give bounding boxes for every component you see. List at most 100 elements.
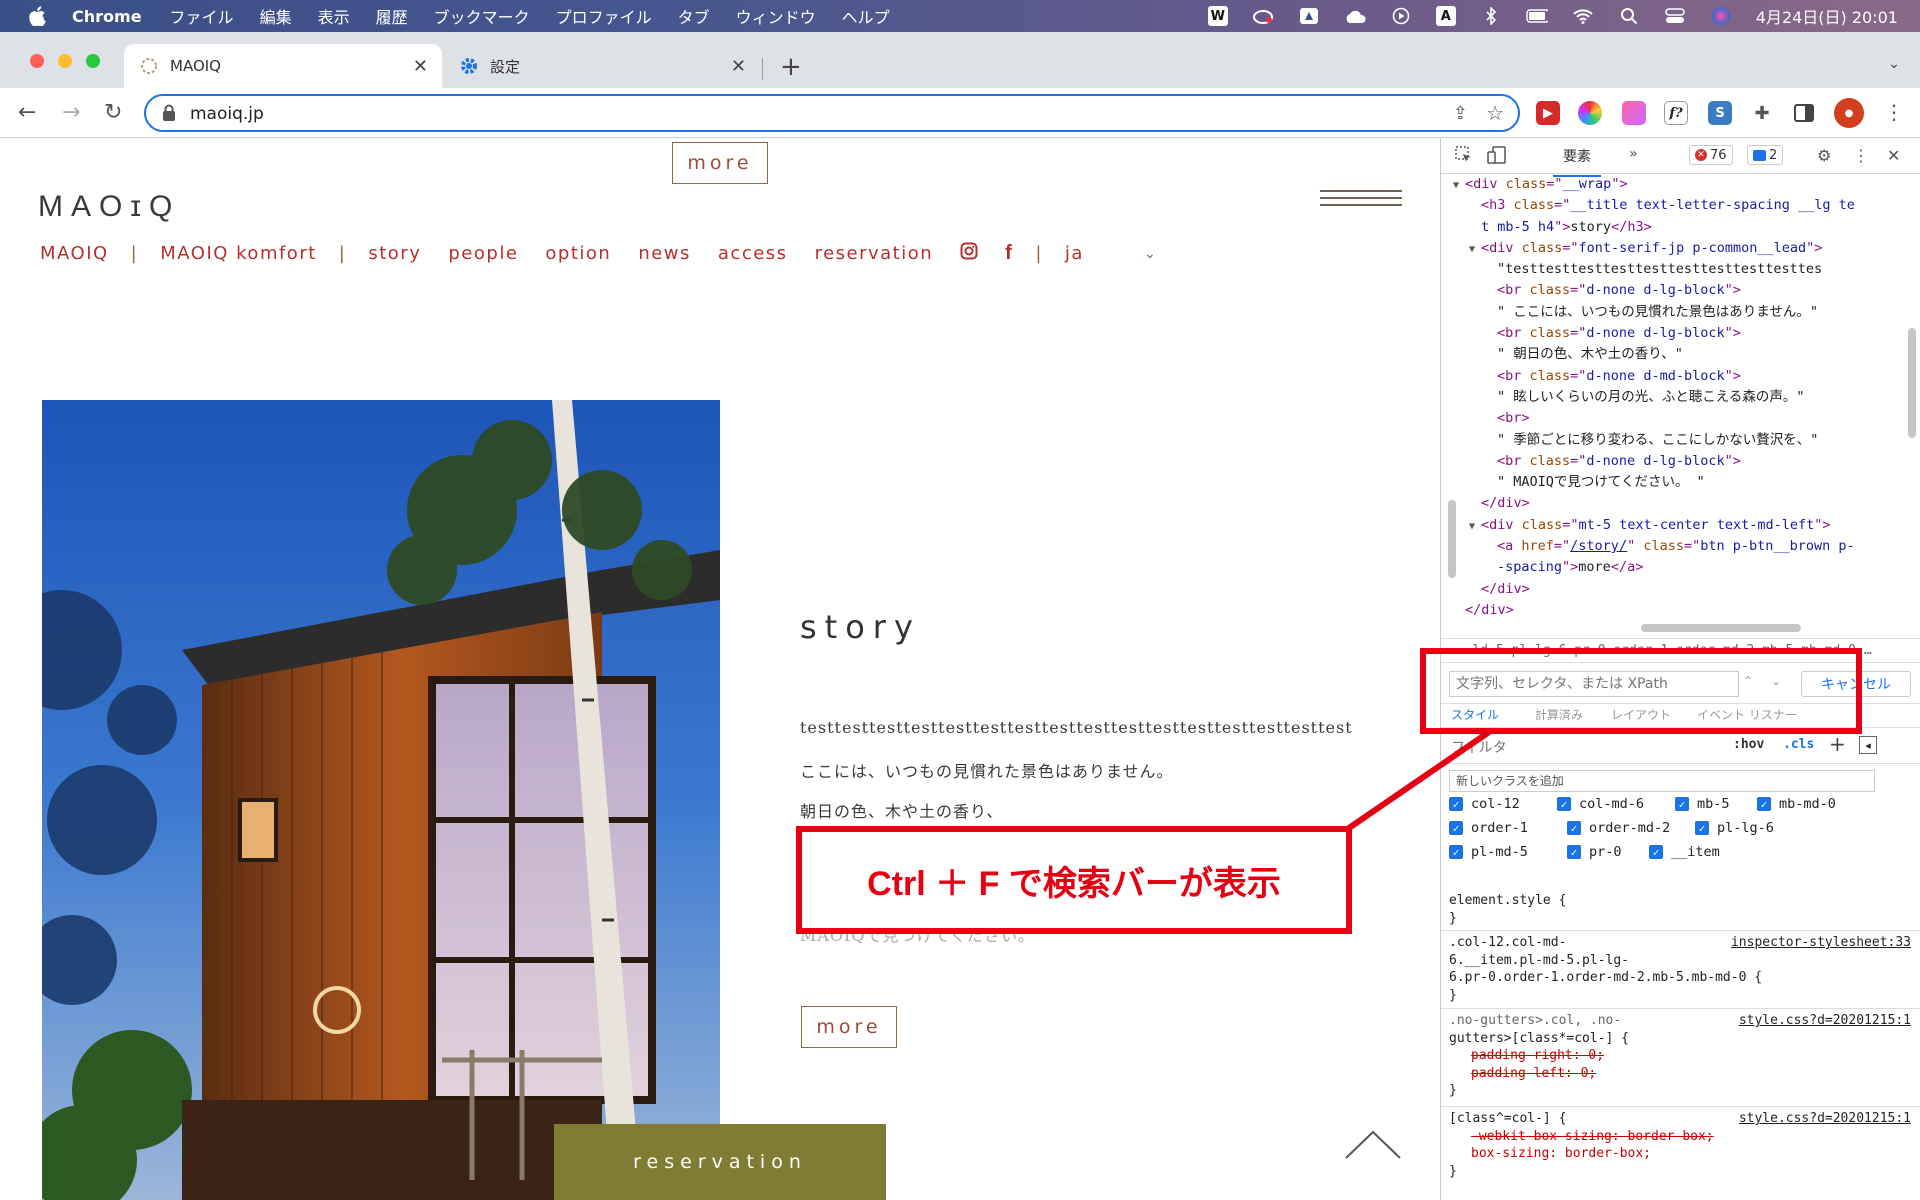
- dom-tree-node[interactable]: ▼ <div class="__wrap">: [1441, 174, 1911, 195]
- dom-tree-node[interactable]: " 眩しいくらいの月の光、ふと聴こえる森の声。": [1441, 387, 1911, 408]
- dom-tree-node[interactable]: " 朝日の色、木や土の香り、": [1441, 344, 1911, 365]
- checkbox-checked-icon[interactable]: ✓: [1567, 845, 1581, 859]
- css-rule-item[interactable]: inspector-stylesheet:33 .col-12.col-md- …: [1449, 934, 1911, 1004]
- menu-history[interactable]: 履歴: [376, 4, 408, 28]
- error-count-badge[interactable]: ✕ 76: [1689, 145, 1733, 165]
- menu-view[interactable]: 表示: [318, 4, 350, 28]
- dom-tree-node[interactable]: ▼ <div class="font-serif-jp p-common__lea…: [1441, 238, 1911, 259]
- address-bar[interactable]: maoiq.jp ⇪ ☆: [144, 94, 1520, 132]
- side-panel-icon[interactable]: [1792, 101, 1816, 125]
- css-property[interactable]: padding-left: 0;: [1449, 1065, 1911, 1083]
- nav-link-access[interactable]: access: [718, 243, 788, 264]
- tab-close-icon[interactable]: ✕: [731, 56, 746, 77]
- scroll-to-top-icon[interactable]: [1344, 1128, 1402, 1160]
- nav-link-maoiq-komfort[interactable]: MAOIQ komfort: [160, 243, 317, 264]
- url-text[interactable]: maoiq.jp: [190, 104, 264, 124]
- nav-link-maoiq[interactable]: MAOIQ: [40, 243, 109, 264]
- extension-font-icon[interactable]: f?: [1664, 101, 1688, 125]
- rule-source-link[interactable]: style.css?d=20201215:1: [1739, 1012, 1911, 1030]
- nav-link-option[interactable]: option: [545, 243, 611, 264]
- tab-elements[interactable]: 要素: [1553, 146, 1601, 177]
- close-devtools-icon[interactable]: ✕: [1887, 146, 1900, 165]
- dom-tree-node[interactable]: </div>: [1441, 579, 1911, 600]
- class-toggle-checkbox[interactable]: ✓ pr-0: [1567, 844, 1622, 860]
- puzzle-icon[interactable]: ✚: [1750, 101, 1774, 125]
- dom-tree-node[interactable]: <br>: [1441, 408, 1911, 429]
- css-rule-no-gutters[interactable]: style.css?d=20201215:1 .no-gutters>.col,…: [1449, 1012, 1911, 1100]
- add-style-rule-icon[interactable]: +: [1829, 732, 1846, 756]
- tab-close-icon[interactable]: ✕: [413, 56, 428, 77]
- drive-icon[interactable]: [1298, 6, 1320, 26]
- top-more-button[interactable]: more: [672, 142, 768, 184]
- dom-tree-node[interactable]: " ここには、いつもの見慣れた景色はありません。": [1441, 302, 1911, 323]
- bookmark-star-icon[interactable]: ☆: [1486, 101, 1504, 125]
- nav-link-story[interactable]: story: [368, 243, 421, 264]
- language-selector[interactable]: ja: [1065, 243, 1084, 264]
- battery-icon[interactable]: [1526, 6, 1548, 26]
- nav-link-news[interactable]: news: [638, 243, 691, 264]
- dom-tree-node[interactable]: t mb-5 h4">story</h3>: [1441, 217, 1911, 238]
- rule-source-link[interactable]: inspector-stylesheet:33: [1731, 934, 1911, 952]
- story-more-button[interactable]: more: [801, 1006, 897, 1048]
- siri-icon[interactable]: [1710, 6, 1732, 26]
- class-toggle-checkbox[interactable]: ✓ order-md-2: [1567, 820, 1670, 836]
- extension-youtube-icon[interactable]: ▶: [1536, 101, 1560, 125]
- dom-tree-node[interactable]: <br class="d-none d-lg-block">: [1441, 323, 1911, 344]
- css-property[interactable]: box-sizing: border-box;: [1449, 1145, 1911, 1163]
- window-minimize-button[interactable]: [58, 54, 72, 68]
- dom-tree-node[interactable]: "testtesttesttesttesttesttesttesttesttes: [1441, 259, 1911, 280]
- site-logo[interactable]: MAOɪQ: [38, 190, 180, 224]
- message-count-badge[interactable]: 2: [1747, 145, 1784, 165]
- profile-avatar[interactable]: ●: [1834, 98, 1864, 128]
- device-toolbar-icon[interactable]: [1487, 146, 1507, 168]
- checkbox-checked-icon[interactable]: ✓: [1557, 797, 1571, 811]
- tab-maoiq[interactable]: MAOIQ ✕: [124, 44, 442, 88]
- extension-s-icon[interactable]: S: [1708, 101, 1732, 125]
- more-tabs-chevron-icon[interactable]: »: [1629, 146, 1638, 162]
- checkbox-checked-icon[interactable]: ✓: [1649, 845, 1663, 859]
- chevron-down-icon[interactable]: ⌄: [1144, 246, 1157, 262]
- css-rule-col[interactable]: style.css?d=20201215:1 [class^=col-] { -…: [1449, 1110, 1911, 1180]
- class-toggle-checkbox[interactable]: ✓ pl-md-5: [1449, 844, 1528, 860]
- cls-toggle[interactable]: .cls: [1783, 737, 1814, 752]
- menubar-clock[interactable]: 4月24日(日) 20:01: [1756, 4, 1898, 28]
- hov-toggle[interactable]: :hov: [1733, 737, 1764, 752]
- dom-tree-node[interactable]: <h3 class="__title text-letter-spacing _…: [1441, 195, 1911, 216]
- expand-triangle-icon[interactable]: ▼: [1469, 239, 1481, 260]
- menu-file[interactable]: ファイル: [170, 4, 234, 28]
- dom-tree-node[interactable]: <br class="d-none d-lg-block">: [1441, 280, 1911, 301]
- tab-settings[interactable]: 設定 ✕: [444, 44, 760, 88]
- dom-tree-node[interactable]: " 季節ごとに移り変わる、ここにしかない贅沢を、": [1441, 430, 1911, 451]
- dom-tree-node[interactable]: </div>: [1441, 493, 1911, 514]
- menu-help[interactable]: ヘルプ: [842, 4, 890, 28]
- menu-bookmarks[interactable]: ブックマーク: [434, 4, 530, 28]
- window-zoom-button[interactable]: [86, 54, 100, 68]
- new-class-input[interactable]: 新しいクラスを追加: [1449, 770, 1875, 792]
- lock-icon[interactable]: [162, 104, 176, 122]
- css-property[interactable]: padding-right: 0;: [1449, 1047, 1911, 1065]
- checkbox-checked-icon[interactable]: ✓: [1757, 797, 1771, 811]
- inspect-element-icon[interactable]: [1455, 146, 1473, 168]
- play-icon[interactable]: [1390, 6, 1412, 26]
- dom-tree-node[interactable]: ▼ <div class="mt-5 text-center text-md-le…: [1441, 515, 1911, 536]
- share-icon[interactable]: ⇪: [1453, 103, 1468, 124]
- expand-triangle-icon[interactable]: ▼: [1453, 175, 1465, 196]
- horizontal-scrollbar[interactable]: [1641, 624, 1801, 632]
- instagram-icon[interactable]: [960, 242, 978, 265]
- vertical-scrollbar[interactable]: [1908, 328, 1916, 438]
- elements-dom-tree[interactable]: ▼ <div class="__wrap"> <h3 class="__title …: [1441, 174, 1911, 618]
- dom-tree-node[interactable]: </div>: [1441, 600, 1911, 618]
- bluetooth-icon[interactable]: [1480, 6, 1502, 26]
- expand-triangle-icon[interactable]: ▼: [1469, 516, 1481, 537]
- rule-source-link[interactable]: style.css?d=20201215:1: [1739, 1110, 1911, 1128]
- menu-profiles[interactable]: プロファイル: [556, 4, 652, 28]
- a-icon[interactable]: A: [1435, 6, 1456, 26]
- chevron-down-icon[interactable]: ⌄: [1888, 56, 1900, 72]
- menu-window[interactable]: ウィンドウ: [736, 4, 816, 28]
- more-options-icon[interactable]: ⋮: [1853, 146, 1869, 165]
- dom-tree-node[interactable]: " MAOIQで見つけてください。 ": [1441, 472, 1911, 493]
- checkbox-checked-icon[interactable]: ✓: [1567, 821, 1581, 835]
- menu-tab[interactable]: タブ: [678, 4, 710, 28]
- dom-tree-node[interactable]: <br class="d-none d-md-block">: [1441, 366, 1911, 387]
- settings-gear-icon[interactable]: ⚙: [1817, 146, 1831, 165]
